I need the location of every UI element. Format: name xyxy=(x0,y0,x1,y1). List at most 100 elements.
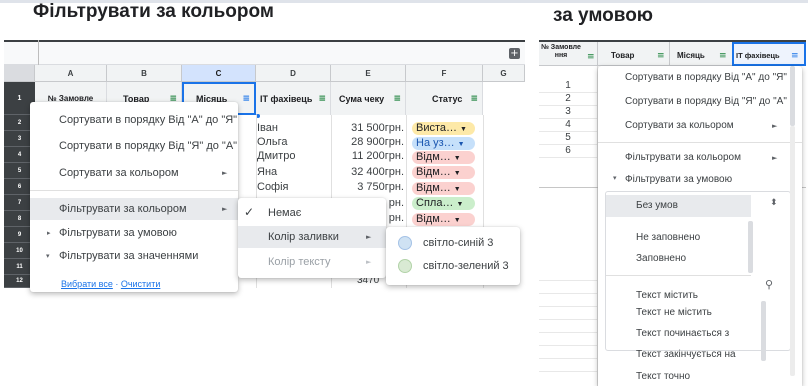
submenu-item-fill-color[interactable]: Колір заливки xyxy=(238,226,386,248)
menu-item-sort-by-color[interactable]: Сортувати за кольором xyxy=(59,167,179,179)
menu-item-sort-z-a[interactable]: Сортувати в порядку Від "Я" до "А" xyxy=(59,140,237,152)
condition-option[interactable]: Текст точно xyxy=(636,371,690,382)
cell-check-sum[interactable]: 32 400грн. xyxy=(332,166,404,179)
status-chip-label: Відм… xyxy=(416,182,451,194)
chevron-down-icon: ▼ xyxy=(453,186,461,193)
status-chip-label: Відм… xyxy=(416,166,451,178)
menu-item-filter-by-condition[interactable]: Фільтрувати за умовою xyxy=(625,174,732,185)
chevron-down-icon: ▼ xyxy=(453,155,461,162)
condition-option-none-label: Без умов xyxy=(636,200,678,211)
column-header-a[interactable]: A xyxy=(35,65,107,82)
condition-option[interactable]: Не заповнено xyxy=(636,232,700,243)
cell-check-sum[interactable]: 11 200грн. xyxy=(332,150,404,163)
status-chip[interactable]: Спла… ▼ xyxy=(412,197,475,210)
cell-it-specialist[interactable]: Іван xyxy=(257,122,278,135)
column-header-e[interactable]: E xyxy=(331,65,406,82)
right-column-filter-menu: Сортувати в порядку Від "А" до "Я" Сорту… xyxy=(598,66,802,386)
filter-icon[interactable]: ≡ xyxy=(470,94,478,104)
column-header-g[interactable]: G xyxy=(483,65,525,82)
search-icon[interactable]: ⚲ xyxy=(765,278,773,291)
header-product-label: Товар xyxy=(611,51,635,60)
column-header-f[interactable]: F xyxy=(406,65,483,82)
condition-list-scrollbar[interactable] xyxy=(761,301,766,361)
cell-check-sum[interactable]: 28 900грн. xyxy=(332,136,404,149)
menu-scrollbar-track[interactable] xyxy=(790,126,795,376)
menu-item-sort-a-z[interactable]: Сортувати в порядку Від "А" до "Я" xyxy=(59,114,237,126)
column-header-c[interactable]: C xyxy=(182,65,256,82)
heading-filter-by-color: Фільтрувати за кольором xyxy=(33,1,274,22)
chevron-right-icon: ► xyxy=(366,233,372,241)
condition-option[interactable]: Текст не містить xyxy=(636,307,712,318)
filter-icon[interactable]: ≡ xyxy=(719,51,727,61)
chevron-right-icon: ► xyxy=(222,169,228,177)
cell-it-specialist[interactable]: Софія xyxy=(257,181,289,194)
chevron-down-icon: ▼ xyxy=(457,141,465,148)
condition-option[interactable]: Текст містить xyxy=(636,290,698,301)
menu-item-filter-by-color[interactable]: Фільтрувати за кольором xyxy=(30,198,238,220)
status-chip-label: Відм… xyxy=(416,213,451,225)
row-number: 2 xyxy=(565,93,571,104)
clear-link[interactable]: Очистити xyxy=(121,279,161,289)
cell-check-sum[interactable]: 3 750грн. xyxy=(332,181,404,194)
condition-list-scrollbar[interactable] xyxy=(748,221,753,273)
select-stepper-icon[interactable]: ⬍ xyxy=(770,198,778,208)
status-chip-label: Виста… xyxy=(416,122,458,134)
status-chip-label: На уз… xyxy=(416,137,455,149)
filter-icon[interactable]: ≡ xyxy=(393,94,401,104)
submenu-item-text-color: Колір тексту xyxy=(268,256,331,268)
collapse-arrow-icon[interactable]: ▾ xyxy=(613,174,617,182)
row-number: 5 xyxy=(565,132,571,143)
status-chip[interactable]: На уз… ▼ xyxy=(412,137,475,150)
condition-option[interactable]: Заповнено xyxy=(636,253,686,264)
fill-option-light-blue[interactable]: світло-синій 3 xyxy=(423,237,493,249)
header-cell-status[interactable]: Статус ≡ xyxy=(406,82,483,115)
condition-option-none[interactable]: Без умов xyxy=(606,195,751,217)
status-chip[interactable]: Відм… ▼ xyxy=(412,182,475,195)
select-all-link[interactable]: Вибрати все xyxy=(61,279,113,289)
status-chip[interactable]: Відм… ▼ xyxy=(412,213,475,226)
menu-item-sort-a-z[interactable]: Сортувати в порядку Від "А" до "Я" xyxy=(625,72,787,83)
cell-it-specialist[interactable]: Яна xyxy=(257,166,277,179)
heading-by-condition: за умовою xyxy=(553,5,654,26)
condition-option[interactable]: Текст закінчується на xyxy=(636,349,736,360)
filter-icon[interactable]: ≡ xyxy=(242,94,250,104)
plus-box-icon[interactable]: + xyxy=(509,48,520,59)
menu-item-sort-z-a[interactable]: Сортувати в порядку Від "Я" до "А" xyxy=(625,96,787,107)
fill-color-submenu: світло-синій 3 світло-зелений 3 xyxy=(386,227,520,285)
column-header-b[interactable]: B xyxy=(107,65,182,82)
submenu-item-none[interactable]: Немає xyxy=(268,207,301,219)
filter-icon[interactable]: ≡ xyxy=(318,94,326,104)
cell-check-sum[interactable]: 31 500грн. xyxy=(332,122,404,135)
select-all-corner[interactable] xyxy=(4,65,35,82)
menu-item-filter-by-values[interactable]: Фільтрувати за значеннями xyxy=(59,250,198,262)
filter-by-color-submenu: ✓ Немає Колір заливки ► Колір тексту ► xyxy=(238,198,386,278)
chevron-down-icon: ▼ xyxy=(453,217,461,224)
row-number: 6 xyxy=(565,145,571,156)
menu-item-filter-by-condition[interactable]: Фільтрувати за умовою xyxy=(59,227,177,239)
expand-arrow-icon[interactable]: ▸ xyxy=(47,229,51,237)
status-chip[interactable]: Відм… ▼ xyxy=(412,166,475,179)
condition-option[interactable]: Текст починається з xyxy=(636,328,729,339)
status-chip[interactable]: Виста… ▼ xyxy=(412,122,475,135)
filter-icon[interactable]: ≡ xyxy=(791,51,799,61)
cell-it-specialist[interactable]: Дмитро xyxy=(257,150,295,163)
menu-item-sort-by-color[interactable]: Сортувати за кольором xyxy=(625,120,734,131)
menu-scrollbar[interactable] xyxy=(790,66,795,126)
chevron-down-icon: ▼ xyxy=(460,126,467,133)
menu-item-filter-by-color-label: Фільтрувати за кольором xyxy=(59,203,187,215)
column-header-d[interactable]: D xyxy=(256,65,331,82)
status-chip[interactable]: Відм… ▼ xyxy=(412,151,475,164)
header-status-label: Статус xyxy=(432,93,463,104)
fill-option-light-green[interactable]: світло-зелений 3 xyxy=(423,260,509,272)
filter-icon[interactable]: ≡ xyxy=(587,52,595,62)
collapse-arrow-icon[interactable]: ▾ xyxy=(46,252,50,260)
cell-it-specialist[interactable]: Ольга xyxy=(257,136,287,149)
status-chip-label: Спла… xyxy=(416,197,454,209)
menu-item-filter-by-color[interactable]: Фільтрувати за кольором xyxy=(625,152,741,163)
filter-icon[interactable]: ≡ xyxy=(657,51,665,61)
header-cell-it-specialist[interactable]: ІТ фахівець ≡ xyxy=(256,82,331,115)
row-number: 1 xyxy=(565,80,571,91)
chevron-right-icon: ► xyxy=(772,122,778,130)
header-cell-check-sum[interactable]: Сума чеку ≡ xyxy=(331,82,406,115)
row-number: 3 xyxy=(565,106,571,117)
